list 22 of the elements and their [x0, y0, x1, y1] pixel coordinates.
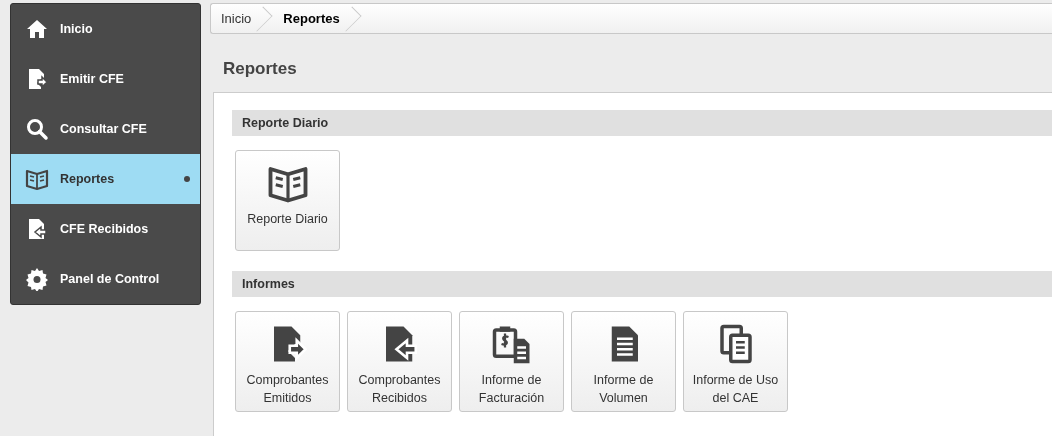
report-tile[interactable]: Informe de Volumen [571, 311, 676, 412]
sidebar-item[interactable]: Consultar CFE [11, 104, 200, 154]
section-header: Reporte Diario [232, 110, 1052, 136]
open-book-icon [25, 167, 49, 191]
breadcrumb-link[interactable]: Reportes [273, 4, 362, 33]
report-tile[interactable]: Comprobantes Recibidos [347, 311, 452, 412]
sidebar-item[interactable]: Inicio [11, 4, 200, 54]
sidebar-item[interactable]: CFE Recibidos [11, 204, 200, 254]
report-tile[interactable]: Informe de Facturación [459, 311, 564, 412]
report-tile[interactable]: Reporte Diario [235, 150, 340, 251]
sidebar-item[interactable]: Reportes [11, 154, 200, 204]
settings-icon [25, 267, 49, 291]
report-tile[interactable]: Informe de Uso del CAE [683, 311, 788, 412]
report-tile[interactable]: Comprobantes Emitidos [235, 311, 340, 412]
active-dot [184, 176, 190, 182]
sidebar-item[interactable]: Emitir CFE [11, 54, 200, 104]
breadcrumb-link[interactable]: Inicio [211, 4, 274, 33]
page-title: Reportes [223, 59, 297, 78]
search-icon [25, 117, 49, 141]
sidebar-item[interactable]: Panel de Control [11, 254, 200, 304]
home-icon [25, 17, 49, 41]
section-header: Informes [232, 271, 1052, 297]
